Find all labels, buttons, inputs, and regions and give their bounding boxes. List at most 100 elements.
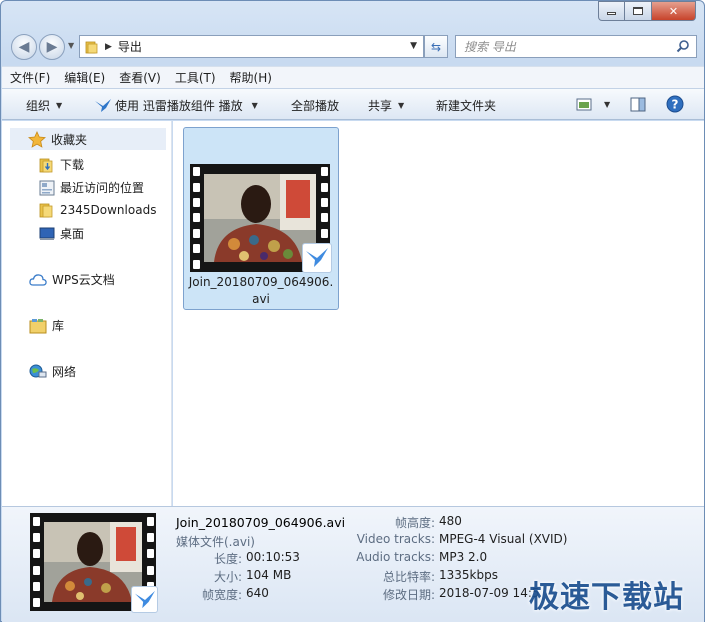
menu-tools[interactable]: 工具(T)	[175, 69, 216, 86]
detail-value: 00:10:53	[246, 550, 300, 564]
sidebar-item-desktop[interactable]: 桌面	[39, 225, 84, 242]
sidebar-item-libraries[interactable]: 库	[29, 317, 64, 334]
search-input[interactable]: 搜索 导出	[455, 35, 697, 58]
help-button[interactable]: ?	[666, 95, 684, 113]
search-icon[interactable]	[676, 39, 690, 53]
minimize-button[interactable]	[598, 1, 625, 21]
detail-frame-width: 帧宽度: 640	[176, 586, 269, 603]
forward-button[interactable]: ▶	[39, 34, 65, 60]
xunlei-bird-icon	[306, 248, 328, 267]
menu-edit[interactable]: 编辑(E)	[64, 69, 105, 86]
caption-buttons: ✕	[598, 1, 696, 21]
sidebar-item-label: 收藏夹	[51, 132, 88, 147]
file-name: Join_20180709_064906.avi	[188, 275, 334, 306]
sidebar-item-label: 库	[52, 319, 65, 333]
detail-modified-date: 修改日期: 2018-07-09 14:5	[342, 586, 540, 603]
detail-key: 修改日期:	[382, 588, 435, 602]
detail-video-tracks: Video tracks: MPEG-4 Visual (XVID)	[342, 532, 568, 546]
detail-value: MPEG-4 Visual (XVID)	[439, 532, 568, 546]
detail-value: 1335kbps	[439, 568, 498, 582]
chevron-down-icon: ▼	[604, 100, 611, 109]
folder-icon	[39, 203, 53, 218]
file-list: Join_20180709_064906.avi	[173, 121, 704, 506]
detail-key: 大小:	[213, 570, 242, 584]
breadcrumb-separator-icon: ▶	[105, 41, 112, 52]
help-icon: ?	[666, 95, 684, 113]
network-icon	[29, 364, 47, 377]
details-file-type: 媒体文件(.avi)	[176, 535, 255, 549]
chevron-down-icon: ▼	[56, 101, 63, 110]
menu-help[interactable]: 帮助(H)	[230, 69, 272, 86]
menu-file[interactable]: 文件(F)	[10, 69, 50, 86]
close-icon: ✕	[668, 4, 679, 18]
detail-value: MP3 2.0	[439, 550, 488, 564]
sidebar-item-wps[interactable]: WPS云文档	[29, 271, 115, 288]
chevron-down-icon: ▼	[398, 101, 405, 110]
preview-pane-button[interactable]	[630, 97, 646, 112]
detail-value: 480	[439, 514, 462, 528]
chevron-down-icon: ▼	[251, 101, 258, 110]
detail-value: 640	[246, 586, 269, 600]
new-folder-label: 新建文件夹	[436, 99, 497, 113]
detail-length: 长度: 00:10:53	[176, 550, 300, 567]
breadcrumb-current[interactable]: 导出	[118, 38, 142, 55]
maximize-button[interactable]	[625, 1, 652, 21]
back-button[interactable]: ◀	[11, 34, 37, 60]
watermark: 极速下载站	[529, 580, 684, 615]
menu-view[interactable]: 查看(V)	[119, 69, 161, 86]
sidebar-item-label: 网络	[52, 365, 77, 379]
change-view-button[interactable]: ▼	[576, 98, 610, 111]
detail-value: 2018-07-09 14:5	[439, 586, 540, 600]
menu-bar: 文件(F) 编辑(E) 查看(V) 工具(T) 帮助(H)	[2, 66, 704, 88]
folder-icon	[85, 41, 98, 53]
play-with-button[interactable]: 使用 迅雷播放组件 播放 ▼	[94, 97, 258, 114]
star-icon	[28, 130, 46, 148]
xunlei-badge	[131, 586, 158, 613]
sidebar-item-recent[interactable]: 最近访问的位置	[39, 179, 144, 196]
address-dropdown-icon[interactable]: ▼	[410, 41, 417, 51]
detail-audio-tracks: Audio tracks: MP3 2.0	[342, 550, 487, 564]
address-bar[interactable]: ▶ 导出 ▼	[79, 35, 424, 58]
sidebar-item-favorites[interactable]: 收藏夹	[10, 128, 166, 150]
sidebar-item-network[interactable]: 网络	[29, 363, 76, 380]
detail-key: Video tracks:	[356, 532, 435, 546]
share-button[interactable]: 共享 ▼	[368, 97, 404, 114]
sidebar-item-label: 最近访问的位置	[60, 181, 145, 195]
new-folder-button[interactable]: 新建文件夹	[436, 97, 496, 114]
refresh-button[interactable]: ⇆	[424, 35, 448, 58]
command-bar: 组织 ▼ 使用 迅雷播放组件 播放 ▼ 全部播放 共享 ▼ 新建文件夹 ▼ ?	[2, 88, 704, 120]
maximize-icon	[633, 7, 643, 15]
sidebar-item-label: 下载	[60, 158, 85, 172]
sidebar-item-label: 2345Downloads	[60, 203, 157, 217]
navigation-pane: 收藏夹 下载 最近访问的位置 2345Downloads 桌面 WPS云文档 库…	[2, 121, 172, 506]
downloads-folder-icon	[39, 158, 53, 172]
view-icon	[576, 98, 592, 111]
play-all-button[interactable]: 全部播放	[291, 97, 339, 114]
video-frame	[44, 522, 142, 602]
search-placeholder: 搜索 导出	[464, 40, 516, 54]
recent-pages-dropdown[interactable]: ▼	[68, 41, 74, 50]
organize-button[interactable]: 组织 ▼	[26, 97, 62, 114]
arrow-left-icon: ◀	[18, 39, 30, 55]
play-with-label: 使用 迅雷播放组件 播放	[115, 99, 243, 113]
libraries-icon	[29, 318, 47, 333]
preview-pane-icon	[630, 97, 646, 112]
video-frame	[204, 174, 316, 262]
detail-key: 帧高度:	[394, 516, 435, 530]
explorer-window: ✕ ◀ ▶ ▼ ▶ 导出 ▼ ⇆ 搜索 导出 文件(F) 编辑(E) 查看(V)…	[0, 0, 705, 622]
xunlei-badge	[302, 243, 332, 273]
xunlei-bird-icon	[95, 98, 111, 112]
arrow-right-icon: ▶	[46, 39, 58, 55]
close-button[interactable]: ✕	[652, 1, 696, 21]
sidebar-item-downloads[interactable]: 下载	[39, 156, 84, 173]
organize-label: 组织	[26, 99, 51, 113]
cloud-icon	[29, 273, 47, 286]
svg-text:?: ?	[672, 98, 679, 112]
recent-places-icon	[39, 180, 55, 195]
share-label: 共享	[368, 99, 393, 113]
sidebar-item-2345downloads[interactable]: 2345Downloads	[39, 202, 156, 218]
detail-value: 104 MB	[246, 568, 292, 582]
file-item[interactable]: Join_20180709_064906.avi	[183, 127, 339, 310]
play-all-label: 全部播放	[291, 99, 340, 113]
detail-key: Audio tracks:	[356, 550, 435, 564]
